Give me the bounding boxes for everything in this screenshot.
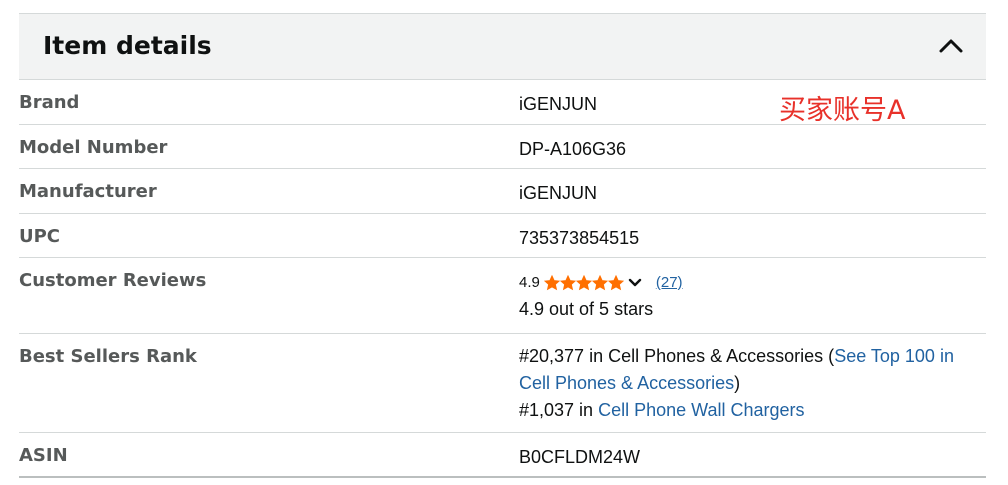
star-icon (591, 275, 608, 291)
detail-label: Model Number (19, 137, 168, 158)
rank-text-2: #1,037 in (519, 400, 599, 420)
rating-number: 4.9 (519, 274, 540, 291)
item-details-header[interactable]: Item details (19, 13, 986, 80)
detail-row-manufacturer: Manufacturer iGENJUN (19, 169, 986, 214)
star-rating[interactable] (543, 275, 624, 291)
star-icon (607, 275, 624, 291)
rating-summary: 4.9 out of 5 stars (519, 299, 654, 319)
rank-close-paren: ) (734, 373, 741, 393)
detail-value: iGENJUN (519, 183, 598, 203)
rating-line[interactable]: 4.9 (27) (519, 272, 969, 294)
detail-value: 735373854515 (519, 228, 640, 248)
detail-label: UPC (19, 226, 61, 247)
buyer-account-watermark: 买家账号A (779, 95, 906, 126)
rank-text-1: #20,377 in Cell Phones & Accessories ( (519, 346, 835, 366)
detail-row-best-sellers-rank: Best Sellers Rank #20,377 in Cell Phones… (19, 334, 986, 433)
detail-label: ASIN (19, 445, 68, 466)
review-count-link[interactable]: (27) (656, 272, 683, 294)
star-icon (559, 275, 576, 291)
detail-value: B0CFLDM24W (519, 447, 641, 467)
rank-value: #20,377 in Cell Phones & Accessories (Se… (519, 343, 969, 424)
chevron-up-icon[interactable] (938, 36, 964, 54)
detail-label: Best Sellers Rank (19, 346, 197, 367)
detail-label: Manufacturer (19, 181, 157, 202)
detail-label: Brand (19, 92, 80, 113)
item-details-title: Item details (43, 31, 212, 60)
wall-chargers-link[interactable]: Cell Phone Wall Chargers (598, 400, 804, 420)
detail-label: Customer Reviews (19, 270, 207, 291)
detail-row-model-number: Model Number DP-A106G36 (19, 125, 986, 169)
chevron-down-icon[interactable] (628, 278, 642, 288)
reviews-value: 4.9 (27) 4.9 out of 5 stars (519, 272, 969, 321)
detail-row-upc: UPC 735373854515 (19, 214, 986, 258)
detail-value: DP-A106G36 (519, 139, 627, 159)
star-icon (543, 275, 560, 291)
details-table: Brand iGENJUN Model Number DP-A106G36 Ma… (19, 80, 986, 478)
detail-row-customer-reviews: Customer Reviews 4.9 (27) 4.9 out of 5 s… (19, 258, 986, 334)
item-details-panel: Item details Brand iGENJUN Model Number … (0, 0, 1008, 485)
detail-row-asin: ASIN B0CFLDM24W (19, 433, 986, 478)
star-icon (575, 275, 592, 291)
